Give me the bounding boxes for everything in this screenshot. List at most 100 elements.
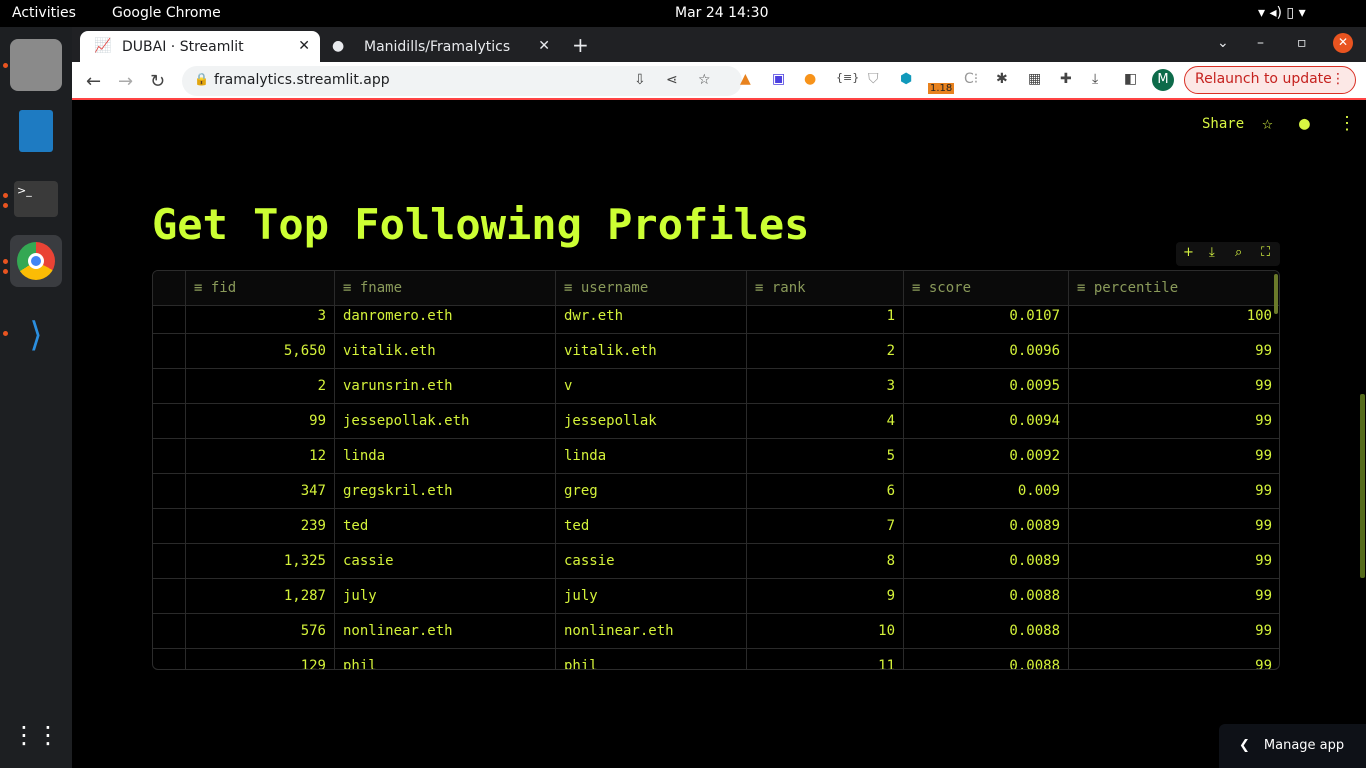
address-bar[interactable]: 🔒 framalytics.streamlit.app ⇩ ⋖ ☆ bbox=[182, 66, 742, 96]
relaunch-to-update-button[interactable]: Relaunch to update ⋮ bbox=[1184, 66, 1356, 94]
cell-fname[interactable]: gregskril.eth bbox=[335, 474, 556, 509]
dataframe[interactable]: 3 danromero.eth dwr.eth 1 0.0107 100 5,650 vita… bbox=[152, 270, 1280, 670]
cell-score[interactable]: 0.0092 bbox=[904, 439, 1069, 474]
json-extension-icon[interactable]: {≡} bbox=[836, 71, 859, 84]
system-status-icons[interactable]: ▾ ◂) ▯ ▾ bbox=[1258, 5, 1306, 21]
cell-score[interactable]: 0.0094 bbox=[904, 404, 1069, 439]
profile-avatar[interactable]: M bbox=[1152, 69, 1174, 91]
install-icon[interactable]: ⇩ bbox=[634, 72, 646, 88]
cell-fname[interactable]: nonlinear.eth bbox=[335, 614, 556, 649]
row-index-cell[interactable] bbox=[153, 439, 186, 474]
new-tab-button[interactable]: + bbox=[572, 33, 589, 57]
cell-username[interactable]: july bbox=[556, 579, 747, 614]
cell-username[interactable]: linda bbox=[556, 439, 747, 474]
cell-fid[interactable]: 5,650 bbox=[186, 334, 335, 369]
cell-fid[interactable]: 347 bbox=[186, 474, 335, 509]
downloads-icon[interactable]: ⤓ bbox=[1092, 71, 1098, 87]
cell-fid[interactable]: 12 bbox=[186, 439, 335, 474]
tab-github[interactable]: ● Manidills/Framalytics ✕ bbox=[322, 31, 560, 62]
cell-percentile[interactable]: 99 bbox=[1069, 474, 1279, 509]
cell-fname[interactable]: cassie bbox=[335, 544, 556, 579]
cell-fname[interactable]: ted bbox=[335, 509, 556, 544]
cell-fid[interactable]: 576 bbox=[186, 614, 335, 649]
cell-score[interactable]: 0.0095 bbox=[904, 369, 1069, 404]
cell-fname[interactable]: july bbox=[335, 579, 556, 614]
cell-username[interactable]: phil bbox=[556, 649, 747, 669]
files-icon[interactable] bbox=[10, 39, 62, 91]
cell-percentile[interactable]: 99 bbox=[1069, 369, 1279, 404]
cell-rank[interactable]: 5 bbox=[747, 439, 904, 474]
row-index-cell[interactable] bbox=[153, 614, 186, 649]
app-menu[interactable]: Google Chrome bbox=[112, 5, 221, 21]
cell-fname[interactable]: varunsrin.eth bbox=[335, 369, 556, 404]
column-header-score[interactable]: ≡ score bbox=[904, 271, 1069, 306]
cell-percentile[interactable]: 99 bbox=[1069, 649, 1279, 669]
cell-fid[interactable]: 1,325 bbox=[186, 544, 335, 579]
cell-score[interactable]: 0.0096 bbox=[904, 334, 1069, 369]
row-index-cell[interactable] bbox=[153, 509, 186, 544]
table-scrollbar[interactable] bbox=[1274, 274, 1278, 314]
github-icon[interactable]: ● bbox=[1299, 113, 1310, 134]
row-index-cell[interactable] bbox=[153, 334, 186, 369]
forward-button[interactable]: → bbox=[118, 71, 133, 92]
row-index-cell[interactable] bbox=[153, 474, 186, 509]
fullscreen-icon[interactable]: ⛶ bbox=[1261, 245, 1270, 260]
cell-fname[interactable]: jessepollak.eth bbox=[335, 404, 556, 439]
cell-rank[interactable]: 6 bbox=[747, 474, 904, 509]
cell-rank[interactable]: 8 bbox=[747, 544, 904, 579]
cell-rank[interactable]: 9 bbox=[747, 579, 904, 614]
cell-fname[interactable]: vitalik.eth bbox=[335, 334, 556, 369]
activities-button[interactable]: Activities bbox=[12, 5, 76, 21]
cell-rank[interactable]: 4 bbox=[747, 404, 904, 439]
cell-score[interactable]: 0.0089 bbox=[904, 544, 1069, 579]
cell-rank[interactable]: 3 bbox=[747, 369, 904, 404]
column-header-rank[interactable]: ≡ rank bbox=[747, 271, 904, 306]
cell-percentile[interactable]: 99 bbox=[1069, 404, 1279, 439]
manage-app-button[interactable]: ❮ Manage app bbox=[1219, 724, 1366, 768]
cell-username[interactable]: cassie bbox=[556, 544, 747, 579]
close-tab-icon[interactable]: ✕ bbox=[538, 38, 550, 54]
cell-rank[interactable]: 7 bbox=[747, 509, 904, 544]
extension-icon[interactable]: ● bbox=[804, 71, 816, 87]
cell-fid[interactable]: 129 bbox=[186, 649, 335, 669]
cell-percentile[interactable]: 99 bbox=[1069, 579, 1279, 614]
column-header-fid[interactable]: ≡ fid bbox=[186, 271, 335, 306]
cell-username[interactable]: ted bbox=[556, 509, 747, 544]
metamask-extension-icon[interactable]: ▲ bbox=[740, 71, 751, 87]
cell-percentile[interactable]: 99 bbox=[1069, 509, 1279, 544]
cell-score[interactable]: 0.0088 bbox=[904, 614, 1069, 649]
maximize-button[interactable]: ▫ bbox=[1297, 35, 1307, 51]
vscode-icon[interactable]: ⟩ bbox=[10, 309, 62, 361]
close-window-button[interactable]: ✕ bbox=[1333, 33, 1353, 53]
row-index-cell[interactable] bbox=[153, 649, 186, 669]
cell-rank[interactable]: 11 bbox=[747, 649, 904, 669]
main-menu-icon[interactable]: ⋮ bbox=[1338, 113, 1356, 134]
back-button[interactable]: ← bbox=[86, 71, 101, 92]
cell-username[interactable]: nonlinear.eth bbox=[556, 614, 747, 649]
cell-fid[interactable]: 239 bbox=[186, 509, 335, 544]
qr-extension-icon[interactable]: ▦ bbox=[1028, 71, 1041, 87]
libreoffice-draw-icon[interactable] bbox=[10, 105, 62, 157]
bookmark-star-icon[interactable]: ☆ bbox=[698, 72, 711, 88]
cell-fid[interactable]: 99 bbox=[186, 404, 335, 439]
search-icon[interactable]: ⌕ bbox=[1235, 245, 1242, 260]
share-button[interactable]: Share bbox=[1202, 116, 1244, 132]
cell-username[interactable]: vitalik.eth bbox=[556, 334, 747, 369]
row-index-cell[interactable] bbox=[153, 369, 186, 404]
column-header-fname[interactable]: ≡ fname bbox=[335, 271, 556, 306]
extension-icon[interactable]: C⁝ bbox=[964, 71, 978, 87]
row-index-cell[interactable] bbox=[153, 271, 186, 306]
minimize-button[interactable]: – bbox=[1257, 35, 1264, 51]
close-tab-icon[interactable]: ✕ bbox=[298, 38, 310, 54]
tab-search-icon[interactable]: ⌄ bbox=[1217, 35, 1229, 51]
extension-icon[interactable]: ⬢ bbox=[900, 71, 912, 87]
extension-badge[interactable]: 1.18 bbox=[928, 83, 955, 94]
cell-fid[interactable]: 1,287 bbox=[186, 579, 335, 614]
column-header-username[interactable]: ≡ username bbox=[556, 271, 747, 306]
side-panel-icon[interactable]: ◧ bbox=[1124, 71, 1137, 87]
cell-fid[interactable]: 2 bbox=[186, 369, 335, 404]
cell-score[interactable]: 0.0088 bbox=[904, 579, 1069, 614]
cell-rank[interactable]: 2 bbox=[747, 334, 904, 369]
add-row-icon[interactable]: + bbox=[1183, 245, 1194, 260]
page-scrollbar[interactable] bbox=[1360, 394, 1365, 578]
